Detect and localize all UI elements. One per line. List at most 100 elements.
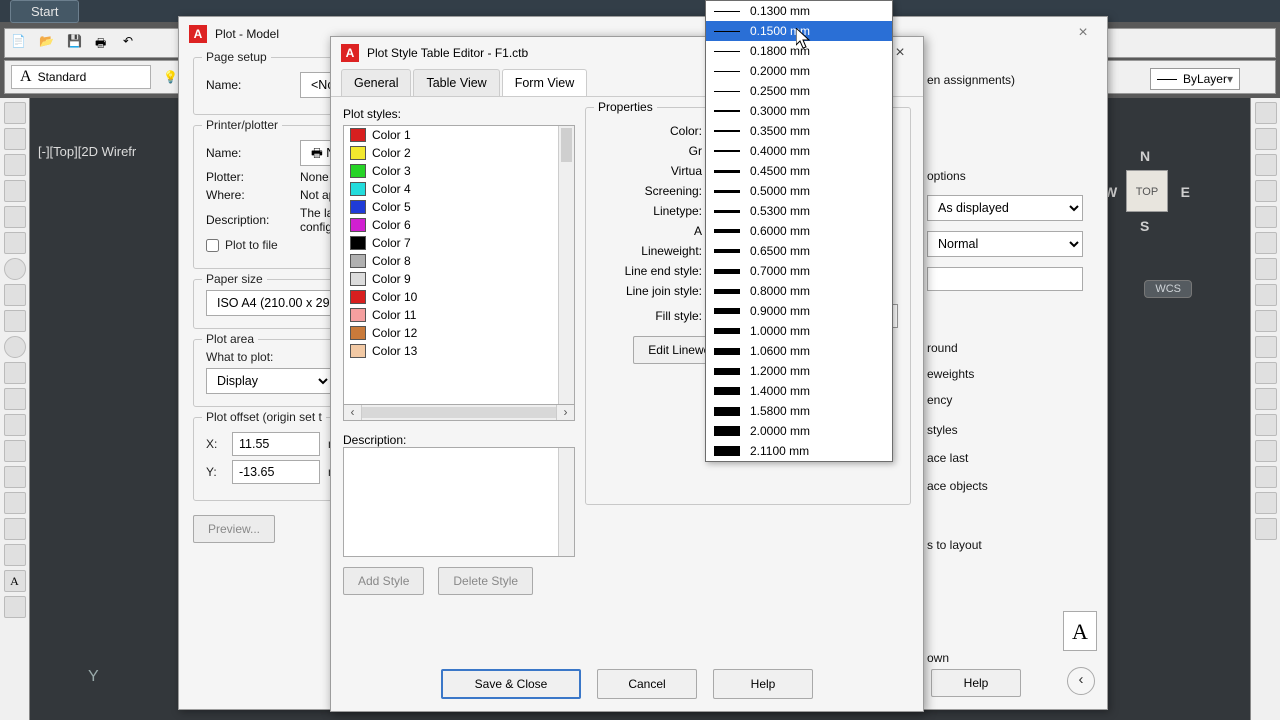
addselected-tool-icon[interactable]: [4, 596, 26, 618]
list-item[interactable]: Color 1: [344, 126, 574, 144]
plot-to-file-check[interactable]: Plot to file: [206, 238, 278, 252]
array-tool-icon[interactable]: [1255, 206, 1277, 228]
lineweight-dropdown[interactable]: 0.1300 mm0.1500 mm0.1800 mm0.2000 mm0.25…: [705, 0, 893, 462]
description-box[interactable]: [343, 447, 575, 557]
break-tool-icon[interactable]: [1255, 388, 1277, 410]
lineweight-option[interactable]: 1.0000 mm: [706, 321, 892, 341]
lineweight-option[interactable]: 2.0000 mm: [706, 421, 892, 441]
extend-tool-icon[interactable]: [1255, 362, 1277, 384]
lineweight-option[interactable]: 0.8000 mm: [706, 281, 892, 301]
gradient-tool-icon[interactable]: [4, 492, 26, 514]
save-close-button[interactable]: Save & Close: [441, 669, 581, 699]
list-hscroll[interactable]: ‹›: [343, 405, 575, 421]
viewport-label[interactable]: [-][Top][2D Wirefr: [38, 144, 136, 159]
fillet-tool-icon[interactable]: [1255, 466, 1277, 488]
offset-tool-icon[interactable]: [1255, 180, 1277, 202]
viewcube[interactable]: N S W E TOP: [1104, 148, 1190, 234]
text-tool-icon[interactable]: A: [4, 570, 26, 592]
line-tool-icon[interactable]: [4, 102, 26, 124]
modify-tool-icon[interactable]: [1255, 102, 1277, 124]
lineweight-option[interactable]: 2.1100 mm: [706, 441, 892, 461]
expand-button[interactable]: ‹: [1067, 667, 1095, 695]
list-item[interactable]: Color 7: [344, 234, 574, 252]
polyline-tool-icon[interactable]: [4, 154, 26, 176]
lineweight-option[interactable]: 1.4000 mm: [706, 381, 892, 401]
scale-tool-icon[interactable]: [1255, 284, 1277, 306]
list-item[interactable]: Color 3: [344, 162, 574, 180]
offset-x-input[interactable]: [232, 432, 320, 456]
arc-tool-icon[interactable]: [4, 232, 26, 254]
ellipsearc-tool-icon[interactable]: [4, 362, 26, 384]
lineweight-option[interactable]: 1.5800 mm: [706, 401, 892, 421]
new-icon[interactable]: 📄: [11, 34, 29, 52]
open-icon[interactable]: 📂: [39, 34, 57, 52]
lineweight-option[interactable]: 0.3500 mm: [706, 121, 892, 141]
lineweight-option[interactable]: 0.4500 mm: [706, 161, 892, 181]
lineweight-option[interactable]: 0.9000 mm: [706, 301, 892, 321]
plot-styles-list[interactable]: Color 1Color 2Color 3Color 4Color 5Color…: [343, 125, 575, 405]
lineweight-option[interactable]: 0.2500 mm: [706, 81, 892, 101]
list-item[interactable]: Color 13: [344, 342, 574, 360]
mirror-tool-icon[interactable]: [1255, 154, 1277, 176]
circle-tool-icon[interactable]: [4, 258, 26, 280]
list-item[interactable]: Color 8: [344, 252, 574, 270]
linetype-combo[interactable]: ByLayer: [1150, 68, 1240, 90]
tab-general[interactable]: General: [341, 69, 411, 96]
tab-form-view[interactable]: Form View: [502, 69, 588, 96]
spline-tool-icon[interactable]: [4, 310, 26, 332]
region-tool-icon[interactable]: [4, 518, 26, 540]
move-tool-icon[interactable]: [1255, 232, 1277, 254]
pse-help-button[interactable]: Help: [713, 669, 813, 699]
delete-style-button[interactable]: Delete Style: [438, 567, 533, 595]
text-style-combo[interactable]: A Standard: [11, 65, 151, 89]
close-icon[interactable]: ×: [1069, 22, 1097, 46]
list-item[interactable]: Color 10: [344, 288, 574, 306]
insert-tool-icon[interactable]: [4, 388, 26, 410]
list-item[interactable]: Color 6: [344, 216, 574, 234]
chamfer-tool-icon[interactable]: [1255, 440, 1277, 462]
ellipse-tool-icon[interactable]: [4, 336, 26, 358]
join-tool-icon[interactable]: [1255, 414, 1277, 436]
shade-plot-combo[interactable]: As displayed: [927, 195, 1083, 221]
what-to-plot-combo[interactable]: Display: [206, 368, 332, 394]
print-icon[interactable]: 🖶: [95, 34, 113, 52]
save-icon[interactable]: 💾: [67, 34, 85, 52]
viewcube-s[interactable]: S: [1140, 218, 1149, 234]
cancel-button[interactable]: Cancel: [597, 669, 697, 699]
offset-y-input[interactable]: [232, 460, 320, 484]
lineweight-option[interactable]: 0.4000 mm: [706, 141, 892, 161]
list-item[interactable]: Color 4: [344, 180, 574, 198]
lineweight-option[interactable]: 0.3000 mm: [706, 101, 892, 121]
lineweight-option[interactable]: 0.6500 mm: [706, 241, 892, 261]
plot-help-button[interactable]: Help: [931, 669, 1021, 697]
wcs-indicator[interactable]: WCS: [1144, 280, 1192, 298]
undo-icon[interactable]: ↶: [123, 34, 141, 52]
list-scrollbar[interactable]: [558, 126, 574, 404]
lineweight-option[interactable]: 1.0600 mm: [706, 341, 892, 361]
lineweight-option[interactable]: 0.5000 mm: [706, 181, 892, 201]
start-button[interactable]: Start: [10, 0, 79, 23]
explode-tool-icon[interactable]: [1255, 518, 1277, 540]
lineweight-option[interactable]: 0.1300 mm: [706, 1, 892, 21]
lineweight-option[interactable]: 0.6000 mm: [706, 221, 892, 241]
copy-tool-icon[interactable]: [1255, 128, 1277, 150]
point-tool-icon[interactable]: [4, 440, 26, 462]
trim-tool-icon[interactable]: [1255, 336, 1277, 358]
preview-button[interactable]: Preview...: [193, 515, 275, 543]
viewcube-n[interactable]: N: [1140, 148, 1150, 164]
viewcube-e[interactable]: E: [1181, 184, 1190, 200]
block-tool-icon[interactable]: [4, 414, 26, 436]
rectangle-tool-icon[interactable]: [4, 206, 26, 228]
tab-table-view[interactable]: Table View: [413, 69, 499, 96]
list-item[interactable]: Color 12: [344, 324, 574, 342]
table-tool-icon[interactable]: [4, 544, 26, 566]
lineweight-option[interactable]: 0.7000 mm: [706, 261, 892, 281]
quality-combo[interactable]: Normal: [927, 231, 1083, 257]
hatch-tool-icon[interactable]: [4, 466, 26, 488]
add-style-button[interactable]: Add Style: [343, 567, 424, 595]
xline-tool-icon[interactable]: [4, 128, 26, 150]
list-item[interactable]: Color 5: [344, 198, 574, 216]
dpi-input[interactable]: [927, 267, 1083, 291]
list-item[interactable]: Color 11: [344, 306, 574, 324]
polygon-tool-icon[interactable]: [4, 180, 26, 202]
